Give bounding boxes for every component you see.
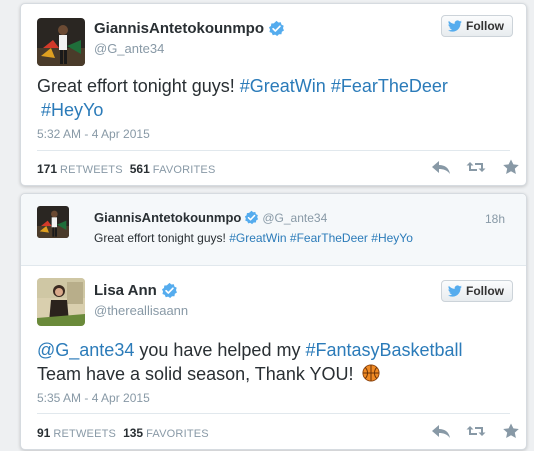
reply-icon[interactable] xyxy=(431,159,451,175)
hashtag-link[interactable]: #FearTheDeer xyxy=(290,231,368,245)
verified-badge-icon xyxy=(161,282,178,299)
follow-button[interactable]: Follow xyxy=(441,15,513,37)
author-name[interactable]: GiannisAntetokounmpo xyxy=(94,20,264,37)
favorites-label: FAVORITES xyxy=(146,428,209,440)
retweet-count[interactable]: 171 xyxy=(37,162,57,176)
tweet-timestamp[interactable]: 5:35 AM - 4 Apr 2015 xyxy=(37,391,150,405)
quoted-text: Great effort tonight guys! #GreatWin #Fe… xyxy=(94,230,413,246)
quoted-text-lead: Great effort tonight guys! xyxy=(94,231,230,245)
author-name-row: GiannisAntetokounmpo xyxy=(94,20,285,37)
twitter-bird-icon xyxy=(448,20,462,32)
basketball-icon xyxy=(361,364,380,382)
favorite-star-icon[interactable] xyxy=(501,423,521,439)
tweet-card-2: GiannisAntetokounmpo @G_ante34 18h Great… xyxy=(20,193,527,450)
tweet-text-lead: Great effort tonight guys! xyxy=(37,76,240,96)
follow-button-label: Follow xyxy=(466,284,504,298)
tweet-timestamp[interactable]: 5:32 AM - 4 Apr 2015 xyxy=(37,127,150,141)
favorite-count[interactable]: 135 xyxy=(123,426,143,440)
avatar[interactable] xyxy=(37,278,85,326)
hashtag-link[interactable]: #HeyYo xyxy=(41,100,103,120)
hashtag-link[interactable]: #GreatWin xyxy=(240,76,326,96)
follow-button-label: Follow xyxy=(466,19,504,33)
tweet-stats: 91 RETWEETS 135 FAVORITES xyxy=(37,426,216,440)
reply-icon[interactable] xyxy=(431,423,451,439)
retweet-icon[interactable] xyxy=(466,423,486,439)
quoted-avatar[interactable] xyxy=(37,206,69,238)
mention-link[interactable]: @G_ante34 xyxy=(37,340,134,360)
quoted-author-handle[interactable]: @G_ante34 xyxy=(262,211,327,225)
tweet-actions xyxy=(431,159,521,175)
retweet-count[interactable]: 91 xyxy=(37,426,50,440)
avatar[interactable] xyxy=(37,18,85,66)
tweet-actions xyxy=(431,423,521,439)
author-name-row: Lisa Ann xyxy=(94,282,178,299)
retweets-label: RETWEETS xyxy=(60,164,123,176)
retweets-label: RETWEETS xyxy=(53,428,117,440)
quoted-tweet[interactable]: GiannisAntetokounmpo @G_ante34 18h Great… xyxy=(21,194,526,266)
divider xyxy=(37,413,510,414)
verified-badge-icon xyxy=(244,210,259,225)
author-name[interactable]: Lisa Ann xyxy=(94,282,157,299)
tweet-text: Great effort tonight guys! #GreatWin #Fe… xyxy=(37,74,497,122)
tweet-text-mid: you have helped my xyxy=(134,340,306,360)
hashtag-link[interactable]: #FearTheDeer xyxy=(331,76,448,96)
tweet-text-line2: Team have a solid season, Thank YOU! xyxy=(37,364,354,384)
quoted-author-name[interactable]: GiannisAntetokounmpo xyxy=(94,210,241,225)
verified-badge-icon xyxy=(268,20,285,37)
hashtag-link[interactable]: #FantasyBasketball xyxy=(305,340,462,360)
twitter-bird-icon xyxy=(448,285,462,297)
divider xyxy=(37,150,510,151)
hashtag-link[interactable]: #HeyYo xyxy=(371,231,413,245)
author-handle[interactable]: @thereallisaann xyxy=(94,303,188,318)
favorites-label: FAVORITES xyxy=(152,164,216,176)
quoted-author-row: GiannisAntetokounmpo @G_ante34 xyxy=(94,210,327,225)
favorite-star-icon[interactable] xyxy=(501,159,521,175)
author-handle[interactable]: @G_ante34 xyxy=(94,41,164,56)
quoted-time[interactable]: 18h xyxy=(485,212,505,226)
tweet-text: @G_ante34 you have helped my #FantasyBas… xyxy=(37,338,507,386)
tweet-card-1: GiannisAntetokounmpo @G_ante34 Follow Gr… xyxy=(20,3,527,186)
retweet-icon[interactable] xyxy=(466,159,486,175)
follow-button[interactable]: Follow xyxy=(441,280,513,302)
hashtag-link[interactable]: #GreatWin xyxy=(229,231,286,245)
tweet-stats: 171 RETWEETS 561 FAVORITES xyxy=(37,162,223,176)
favorite-count[interactable]: 561 xyxy=(130,162,150,176)
